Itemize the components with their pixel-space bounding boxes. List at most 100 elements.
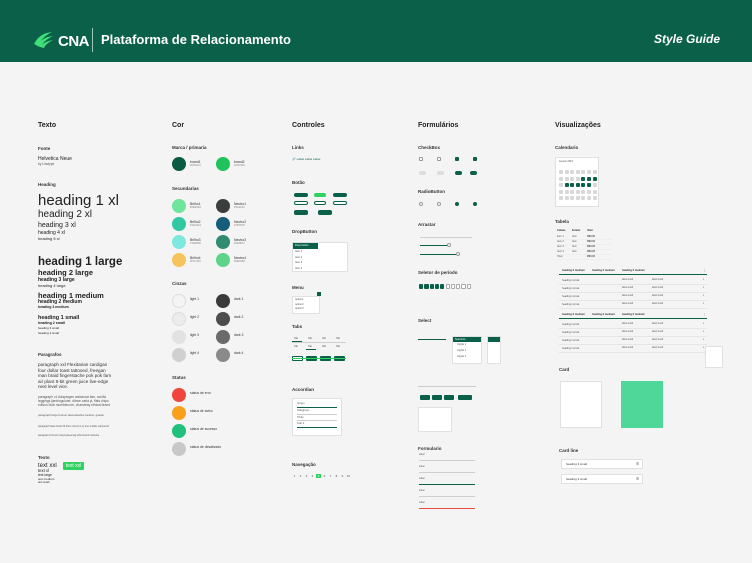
page-number[interactable]: 10: [346, 474, 351, 478]
select-chip[interactable]: [444, 395, 454, 400]
period-month-dot[interactable]: ·: [434, 297, 435, 300]
drop-item[interactable]: Item 4: [295, 266, 347, 272]
calendar-day[interactable]: [559, 176, 563, 181]
calendar-day[interactable]: [559, 196, 563, 200]
calendar-day[interactable]: [570, 170, 575, 174]
menu-item[interactable]: option3: [295, 307, 317, 312]
calendar-day[interactable]: [575, 170, 580, 174]
calendar-day[interactable]: [570, 196, 575, 200]
link-label-2[interactable]: Label: [305, 157, 312, 161]
multi-select-list[interactable]: [418, 407, 452, 432]
calendar-day[interactable]: [564, 176, 569, 181]
card-white[interactable]: [560, 381, 602, 428]
calendar-day[interactable]: [581, 176, 586, 181]
toggle-4[interactable]: [470, 171, 477, 175]
multi-select-field[interactable]: [418, 386, 476, 387]
toggle-2[interactable]: [437, 171, 444, 175]
select-chip[interactable]: [458, 395, 472, 400]
calendar-day[interactable]: [587, 170, 591, 174]
tab-item[interactable]: Tab: [322, 337, 326, 340]
accordian-item[interactable]: Titulo: [297, 415, 337, 422]
menu-panel[interactable]: option1 option2 option3: [292, 296, 320, 314]
calendar-day[interactable]: [570, 189, 575, 194]
accordian-item[interactable]: Subgrupo: [297, 408, 337, 415]
toggle-3[interactable]: [455, 171, 462, 175]
calendar-day[interactable]: [592, 189, 597, 194]
button-outline-2[interactable]: [314, 201, 326, 205]
checkbox-4[interactable]: [473, 157, 477, 161]
calendar-day[interactable]: [575, 189, 580, 194]
calendar-day[interactable]: [592, 170, 597, 174]
calendar-day[interactable]: [570, 176, 575, 181]
slider-thumb-3[interactable]: [456, 252, 460, 256]
toggle-1[interactable]: [419, 171, 426, 175]
big-table-more-icon[interactable]: ⋮: [703, 268, 706, 273]
calendar-day[interactable]: [581, 196, 586, 200]
row-action-icon[interactable]: ▪: [703, 321, 704, 326]
period-cell[interactable]: [434, 284, 440, 289]
period-cell[interactable]: [429, 284, 434, 289]
calendar-day[interactable]: [559, 170, 563, 174]
link-icon[interactable]: 🔗: [292, 157, 296, 161]
calendar-day[interactable]: [587, 183, 591, 187]
row-action-icon[interactable]: ▪: [703, 277, 704, 282]
big-table-more-icon[interactable]: ⋮: [703, 312, 706, 317]
period-cell[interactable]: [466, 284, 471, 289]
radio-3[interactable]: [455, 202, 459, 206]
tab-item[interactable]: Tab: [308, 345, 312, 348]
period-cell[interactable]: [424, 284, 429, 289]
tab-item[interactable]: Tab: [336, 345, 340, 348]
menu-icon[interactable]: ☰: [636, 462, 639, 466]
checkbox-1[interactable]: [419, 157, 423, 161]
period-month-dot[interactable]: ·: [459, 297, 460, 300]
calendar-day[interactable]: [592, 183, 597, 187]
card-line-1[interactable]: heading 3 small ☰: [561, 459, 643, 469]
period-cell[interactable]: [445, 284, 450, 289]
calendar-day[interactable]: [564, 170, 569, 174]
page-number[interactable]: 6: [322, 474, 327, 478]
radio-2[interactable]: [437, 202, 441, 206]
tab-item[interactable]: Tab: [294, 345, 298, 348]
calendar-day[interactable]: [575, 183, 580, 187]
select-chip[interactable]: [432, 395, 442, 400]
row-context-menu[interactable]: [705, 346, 723, 368]
calendar-day[interactable]: [581, 189, 586, 194]
slider-thumb-2[interactable]: [447, 243, 451, 247]
menu-icon[interactable]: ☰: [636, 477, 639, 481]
button-outline-3[interactable]: [333, 201, 347, 205]
period-month-dot[interactable]: ·: [444, 297, 445, 300]
row-action-icon[interactable]: ▪: [703, 329, 704, 334]
button-primary-2[interactable]: [314, 193, 326, 197]
period-month-dot[interactable]: ·: [449, 297, 450, 300]
radio-1[interactable]: [419, 202, 423, 206]
checkbox-2[interactable]: [437, 157, 441, 161]
select-chip[interactable]: [420, 395, 430, 400]
button-icon-1[interactable]: [294, 210, 308, 215]
link-label-1[interactable]: Label: [297, 157, 304, 161]
period-cell[interactable]: [419, 284, 424, 289]
accordian-panel[interactable]: Grupo Subgrupo Titulo Sub 2: [292, 398, 342, 436]
page-number[interactable]: 3: [304, 474, 309, 478]
dropbutton-panel[interactable]: Drop button Item 1 Item 2 Item 3 Item 4: [292, 242, 348, 272]
menu-trigger-icon[interactable]: [317, 292, 321, 296]
radio-4[interactable]: [473, 202, 477, 206]
row-action-icon[interactable]: ▪: [703, 293, 704, 298]
period-month-dot[interactable]: ·: [424, 297, 425, 300]
page-number[interactable]: 2: [298, 474, 303, 478]
page-number[interactable]: 5: [316, 474, 321, 478]
period-month-dot[interactable]: ·: [474, 297, 475, 300]
calendar-day[interactable]: [587, 176, 591, 181]
period-month-dot[interactable]: ·: [469, 297, 470, 300]
tab-item[interactable]: Tab: [336, 337, 340, 340]
period-cell[interactable]: [440, 284, 445, 289]
calendar-day[interactable]: [592, 176, 597, 181]
row-action-icon[interactable]: ▪: [703, 337, 704, 342]
checkbox-3[interactable]: [455, 157, 459, 161]
row-action-icon[interactable]: ▪: [703, 345, 704, 350]
calendar-day[interactable]: [564, 183, 569, 187]
period-cell[interactable]: [461, 284, 466, 289]
slider-track-2[interactable]: [420, 245, 450, 246]
calendar-day[interactable]: [581, 170, 586, 174]
page-number[interactable]: 8: [334, 474, 339, 478]
button-icon-2[interactable]: [318, 210, 332, 215]
